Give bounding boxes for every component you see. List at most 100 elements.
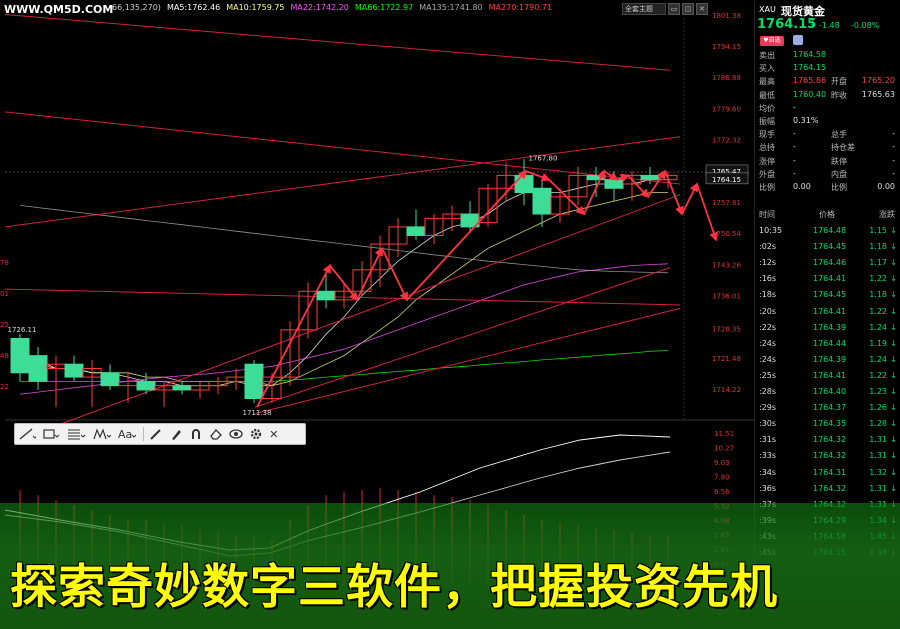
pattern-tool-icon[interactable] (92, 425, 112, 443)
indicator-axis-label: 6.56 (714, 488, 730, 496)
settings-gear-icon[interactable] (249, 425, 263, 443)
tick-time: :16s (759, 274, 777, 284)
tick-row: :31s 1764.32 1.31 ↓ (755, 433, 900, 449)
quote-value: - (892, 168, 895, 178)
promo-banner-text: 探索奇妙数字三软件，把握投资先机 (10, 560, 778, 615)
rectangle-tool-icon[interactable] (42, 425, 60, 443)
tick-row: :34s 1764.31 1.32 ↓ (755, 466, 900, 482)
minimize-icon[interactable]: ▭ (668, 3, 680, 15)
quote-value: - (892, 129, 895, 139)
theme-dropdown[interactable]: 全套主题 (622, 3, 666, 15)
tick-price: 1764.45 (813, 242, 847, 252)
tick-price: 1764.46 (813, 258, 847, 268)
favorite-label: ♥自选 (763, 37, 781, 44)
quote-label: 涨停 (759, 156, 775, 166)
profile-icon[interactable] (793, 35, 803, 45)
tick-row: :24s 1764.39 1.24 ↓ (755, 353, 900, 369)
candle-body (64, 363, 84, 378)
tick-time: 10:35 (759, 226, 783, 235)
ma-legend-item: MA5:1762.46 (166, 3, 221, 12)
tick-dir-icon: ↓ (890, 322, 897, 332)
quote-label: 昨收 (831, 90, 847, 100)
tick-row: :18s 1764.45 1.18 ↓ (755, 288, 900, 304)
tick-dir-icon: ↓ (890, 451, 897, 461)
quote-label: 卖出 (759, 51, 775, 60)
ma-legend-item: MA10:1759.75 (226, 3, 285, 12)
tick-time: :24s (759, 354, 777, 364)
quote-value: - (892, 142, 895, 152)
tick-price: 1764.44 (813, 338, 847, 348)
left-axis: 78 01 25 48 22 (0, 259, 9, 391)
quote-row: 涨停 - 跌停 - (755, 156, 900, 169)
quote-value: - (793, 142, 796, 152)
favorite-button[interactable]: ♥自选 (760, 36, 784, 46)
line-tool-icon[interactable] (18, 425, 36, 443)
left-axis-label: 78 (0, 259, 9, 267)
left-axis-label: 01 (0, 290, 9, 298)
text-tool-button[interactable]: Aa (118, 425, 138, 443)
tick-row: :24s 1764.44 1.19 ↓ (755, 337, 900, 353)
quote-label: 比例 (831, 183, 847, 192)
tick-price: 1764.48 (813, 226, 847, 235)
indicator-axis-label: 10.27 (714, 445, 734, 453)
tick-change: 1.24 (869, 354, 887, 364)
tick-change: 1.28 (869, 419, 887, 429)
indicator-axis-label: 7.80 (714, 474, 730, 482)
price-axis-label: 1794.15 (712, 43, 741, 51)
magnet-icon[interactable] (189, 425, 203, 443)
tick-time: :29s (759, 403, 777, 413)
tick-change: 1.32 (869, 467, 887, 477)
tick-dir-icon: ↓ (890, 338, 897, 348)
brush-icon[interactable] (169, 425, 183, 443)
tick-change: 1.15 (869, 226, 887, 235)
tick-dir-icon: ↓ (890, 306, 897, 316)
tick-price: 1764.39 (813, 322, 847, 332)
left-axis-label: 22 (0, 383, 9, 391)
pencil-icon[interactable] (149, 425, 163, 443)
tick-price: 1764.32 (813, 483, 847, 493)
tick-row: :33s 1764.32 1.31 ↓ (755, 449, 900, 465)
price-change-pct: -0.08% (851, 21, 880, 30)
left-axis-label: 25 (0, 321, 9, 329)
wave-segment (381, 247, 408, 302)
channel-line (4, 13, 671, 71)
tick-change: 1.17 (869, 258, 887, 268)
fibonacci-tool-icon[interactable] (66, 425, 86, 443)
quote-row: 现手 - 总手 - (755, 129, 900, 142)
eraser-icon[interactable] (209, 425, 223, 443)
channel-line (4, 111, 681, 185)
close-toolbar-icon[interactable]: ✕ (269, 425, 278, 443)
tick-row: :20s 1764.41 1.22 ↓ (755, 305, 900, 321)
tick-price: 1764.45 (813, 290, 847, 300)
eye-icon[interactable] (229, 425, 243, 443)
toolbar-divider (143, 427, 145, 441)
quote-label: 最高 (759, 77, 775, 87)
tick-price: 1764.37 (813, 403, 847, 413)
ma-line-ma135 (19, 205, 669, 274)
price-axis-label: 1779.60 (712, 105, 741, 113)
price-axis-label: 1764.15 (712, 176, 741, 184)
price-annotation: 1767.80 (529, 154, 558, 162)
quote-label: 开盘 (831, 77, 847, 87)
tick-row: :02s 1764.45 1.18 ↓ (755, 240, 900, 256)
candle-body (514, 174, 534, 194)
tick-change: 1.26 (869, 403, 887, 413)
quote-label: 跌停 (831, 156, 847, 166)
close-window-icon[interactable]: ✕ (696, 3, 708, 15)
tick-time: :31s (759, 435, 777, 445)
site-watermark: WWW.QM5D.COM (4, 3, 114, 16)
price-arrow-icon: ↓ (809, 19, 817, 29)
quote-value: 0.00 (877, 182, 895, 191)
quote-value: 1765.86 (793, 76, 827, 86)
wave-segment (603, 170, 619, 181)
quote-value: - (892, 155, 895, 165)
tick-dir-icon: ↓ (890, 242, 897, 252)
tick-row: :12s 1764.46 1.17 ↓ (755, 256, 900, 272)
tick-dir-icon: ↓ (890, 483, 897, 493)
last-price: 1764.15 (757, 17, 817, 32)
tick-dir-icon: ↓ (890, 467, 897, 477)
restore-icon[interactable]: ◫ (682, 3, 694, 15)
quote-value: 1764.15 (793, 63, 827, 73)
tick-price: 1764.32 (813, 451, 847, 461)
trend-channel-lines (4, 13, 681, 425)
